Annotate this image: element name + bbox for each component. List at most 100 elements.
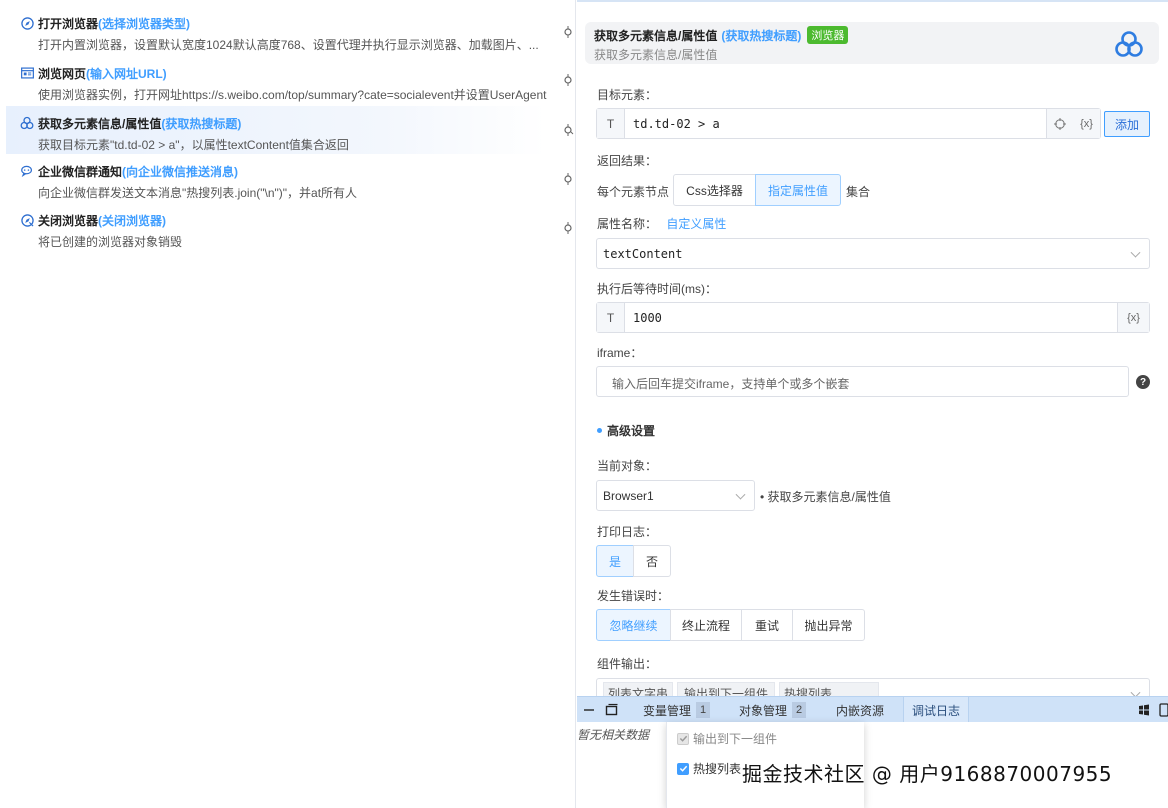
wait-time-value: 1000 (633, 311, 662, 325)
variable-button[interactable]: {x} (1117, 303, 1149, 332)
output-tag: 输出到下一组件 (677, 682, 776, 696)
connector-dot-icon[interactable] (562, 173, 574, 185)
help-icon[interactable]: ? (1136, 375, 1150, 389)
step-tag: (关闭浏览器) (98, 213, 167, 228)
target-element-field[interactable]: T td.td-02 > a {x} (596, 108, 1101, 139)
wait-time-label: 执行后等待时间(ms)： (597, 282, 717, 296)
wait-time-field[interactable]: T 1000 {x} (596, 302, 1150, 333)
add-button[interactable]: 添加 (1104, 111, 1150, 137)
current-object-select[interactable]: Browser1 (596, 480, 755, 511)
tab-count-badge: 2 (792, 702, 807, 718)
text-type-prefix[interactable]: T (597, 303, 625, 332)
variable-button[interactable]: {x} (1080, 118, 1093, 130)
multi-element-icon (20, 116, 34, 130)
tab-embedded-resources[interactable]: 内嵌资源 (836, 697, 884, 723)
crosshair-icon[interactable] (1054, 117, 1067, 130)
advanced-settings-heading[interactable]: 高级设置 (597, 422, 655, 439)
component-output-select[interactable]: 列表文字串 输出到下一组件 热搜列表 (596, 678, 1150, 696)
flow-step-get-elements[interactable]: 获取多元素信息/属性值 (获取热搜标题) 获取目标元素"td.td-02 > a… (6, 106, 546, 154)
error-throw-option[interactable]: 抛出异常 (792, 609, 865, 641)
flow-step-wecom-notify[interactable]: 企业微信群通知 (向企业微信推送消息) 向企业微信群发送文本消息"热搜列表.jo… (6, 154, 546, 202)
step-title: 打开浏览器 (选择浏览器类型) (20, 14, 190, 32)
close-browser-icon (20, 213, 34, 227)
panel-title-text: 获取多元素信息/属性值 (594, 28, 718, 43)
mobile-icon[interactable] (1157, 703, 1168, 717)
step-description: 打开内置浏览器，设置默认宽度1024默认高度768、设置代理并执行显示浏览器、加… (38, 38, 539, 52)
restore-icon[interactable] (605, 703, 619, 717)
tab-label: 变量管理 (643, 703, 692, 718)
flow-step-browse-page[interactable]: 浏览网页 (输入网址URL) 使用浏览器实例，打开网址https://s.wei… (6, 56, 547, 104)
connector-dot-icon[interactable] (562, 26, 574, 38)
tab-debug-log[interactable]: 调试日志 (903, 697, 970, 723)
tab-variable-manager[interactable]: 变量管理 1 (643, 697, 711, 723)
error-retry-option[interactable]: 重试 (741, 609, 793, 641)
attribute-name-value: textContent (603, 246, 683, 261)
flow-panel: 打开浏览器 (选择浏览器类型) 打开内置浏览器，设置默认宽度1024默认高度76… (0, 0, 576, 808)
flow-step-close-browser[interactable]: 关闭浏览器 (关闭浏览器) 将已创建的浏览器对象销毁 (6, 203, 546, 251)
connector-dot-icon[interactable] (562, 222, 574, 234)
option-label: 输出到下一组件 (693, 732, 778, 746)
step-title: 关闭浏览器 (关闭浏览器) (20, 211, 166, 229)
attribute-name-select[interactable]: textContent (596, 238, 1150, 269)
log-yes-option[interactable]: 是 (596, 545, 634, 577)
attribute-value-option[interactable]: 指定属性值 (755, 174, 841, 206)
compass-icon (20, 16, 34, 30)
panel-subtitle: 获取多元素信息/属性值 (594, 48, 718, 62)
output-tag: 列表文字串 (603, 682, 674, 696)
dropdown-option[interactable]: 热搜列表 (677, 760, 741, 777)
attribute-name-label: 属性名称： 自定义属性 (597, 215, 726, 232)
step-title: 获取多元素信息/属性值 (获取热搜标题) (20, 114, 241, 132)
target-element-label: 目标元素： (597, 88, 658, 102)
watermark-text: 掘金技术社区 @ 用户9168870007955 (742, 762, 1113, 786)
bullet-dot-icon (597, 428, 602, 433)
minimize-icon[interactable] (582, 703, 596, 717)
step-name: 浏览网页 (38, 66, 87, 81)
panel-header: 获取多元素信息/属性值 (获取热搜标题) 浏览器 获取多元素信息/属性值 (585, 22, 1159, 64)
checkbox-checked-icon (677, 762, 689, 775)
option-label: 热搜列表 (693, 762, 742, 776)
step-tag: (向企业微信推送消息) (122, 164, 239, 179)
log-no-option[interactable]: 否 (633, 545, 671, 577)
tab-label: 对象管理 (739, 703, 788, 718)
debug-toolbar: 变量管理 1 对象管理 2 内嵌资源 调试日志 (577, 696, 1168, 723)
text-type-prefix[interactable]: T (597, 109, 625, 138)
tab-count-badge: 1 (696, 702, 711, 718)
css-selector-option[interactable]: Css选择器 (673, 174, 756, 206)
dropdown-option[interactable]: 输出到下一组件 (677, 730, 777, 747)
property-panel: 获取多元素信息/属性值 (获取热搜标题) 浏览器 获取多元素信息/属性值 目标元… (577, 0, 1168, 696)
chevron-down-icon (1130, 687, 1141, 696)
step-description: 使用浏览器实例，打开网址https://s.weibo.com/top/summ… (38, 88, 547, 102)
multi-element-logo-icon (1115, 31, 1143, 57)
connector-dot-icon[interactable] (562, 74, 574, 86)
top-divider (577, 0, 1168, 2)
step-description: 获取目标元素"td.td-02 > a"，以属性textContent值集合返回 (38, 138, 349, 152)
browser-badge: 浏览器 (807, 26, 849, 44)
step-description: 向企业微信群发送文本消息"热搜列表.join("\n")"，并at所有人 (38, 186, 358, 200)
advanced-settings-label: 高级设置 (607, 424, 656, 438)
component-output-label: 组件输出： (597, 657, 658, 671)
tab-object-manager[interactable]: 对象管理 2 (739, 697, 807, 723)
error-stop-option[interactable]: 终止流程 (670, 609, 742, 641)
webpage-icon (20, 66, 34, 80)
current-object-label: 当前对象： (597, 459, 658, 473)
current-object-value: Browser1 (603, 488, 654, 503)
flow-step-open-browser[interactable]: 打开浏览器 (选择浏览器类型) 打开内置浏览器，设置默认宽度1024默认高度76… (6, 6, 546, 54)
connector-dot-icon[interactable] (562, 124, 574, 136)
empty-state-text: 暂无相关数据 (577, 728, 650, 742)
return-result-label: 返回结果： (597, 154, 658, 168)
step-tag: (获取热搜标题) (161, 116, 242, 131)
panel-title: 获取多元素信息/属性值 (获取热搜标题) 浏览器 (594, 26, 849, 44)
windows-icon[interactable] (1137, 703, 1151, 717)
step-name: 企业微信群通知 (38, 164, 123, 179)
step-name: 打开浏览器 (38, 16, 99, 31)
checkbox-disabled-icon (677, 732, 689, 745)
step-name: 获取多元素信息/属性值 (38, 116, 162, 131)
iframe-input[interactable]: 输入后回车提交iframe，支持单个或多个嵌套 (596, 366, 1129, 397)
custom-attribute-link[interactable]: 自定义属性 (666, 217, 726, 231)
collection-label: 集合 (846, 185, 871, 199)
attribute-name-label-text: 属性名称： (597, 217, 658, 231)
step-tag: (输入网址URL) (86, 66, 167, 81)
tab-label: 调试日志 (912, 703, 961, 718)
error-ignore-option[interactable]: 忽略继续 (596, 609, 671, 641)
wecom-icon (20, 164, 34, 178)
